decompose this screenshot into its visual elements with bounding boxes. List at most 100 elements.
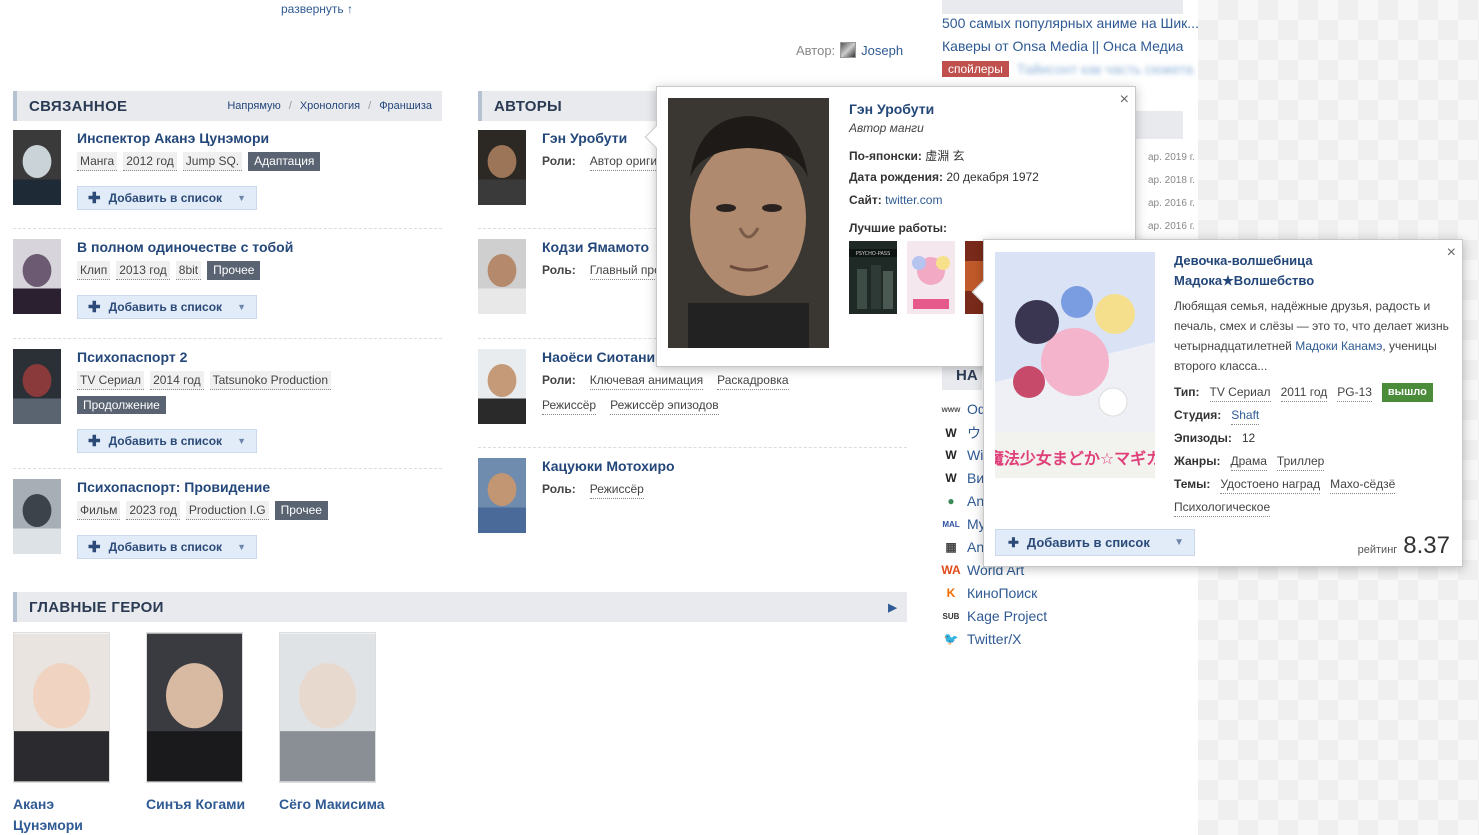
filter-franchise[interactable]: Франшиза xyxy=(379,100,432,112)
external-link[interactable]: Wウ xyxy=(942,423,981,443)
role-tag[interactable]: Ключевая анимация xyxy=(589,371,704,390)
add-to-list-button[interactable]: ✚ Добавить в список ▼ xyxy=(77,186,257,210)
genre-tag[interactable]: Драма xyxy=(1230,452,1267,471)
hero-card[interactable]: Аканэ Цунэмори xyxy=(13,632,123,835)
related-tag[interactable]: 2013 год xyxy=(116,261,170,280)
chevron-down-icon[interactable]: ▼ xyxy=(237,302,246,312)
related-title-link[interactable]: Инспектор Аканэ Цунэмори xyxy=(77,130,269,146)
author-name-link[interactable]: Joseph xyxy=(861,43,903,58)
theme-tag[interactable]: Удостоено наград xyxy=(1220,475,1321,494)
studio-link[interactable]: Shaft xyxy=(1231,406,1260,425)
related-cover[interactable] xyxy=(13,349,61,424)
right-section-bar xyxy=(942,0,1183,14)
close-icon[interactable]: × xyxy=(1447,244,1456,262)
close-icon[interactable]: × xyxy=(1120,91,1129,109)
related-cover[interactable] xyxy=(13,479,61,554)
genres-row: Жанры: Драма Триллер xyxy=(1174,452,1459,471)
theme-tag[interactable]: Махо-сёдзё xyxy=(1330,475,1396,494)
anime-poster[interactable]: 魔法少女まどか☆マギカ xyxy=(995,252,1155,478)
anime-title[interactable]: Девочка-волшебница Мадока★Волшебство xyxy=(1174,251,1444,291)
related-tag[interactable]: Jump SQ. xyxy=(182,152,243,171)
hero-picture[interactable] xyxy=(279,632,376,783)
related-tag[interactable]: Tatsunoko Production xyxy=(209,371,332,390)
add-to-list-button[interactable]: ✚ Добавить в список ▼ xyxy=(77,295,257,319)
hero-picture[interactable] xyxy=(13,632,110,783)
related-title-link[interactable]: Психопаспорт: Провидение xyxy=(77,479,270,495)
related-tag[interactable]: 8bit xyxy=(175,261,202,280)
collection-link-1[interactable]: 500 самых популярных аниме на Шик... xyxy=(942,15,1199,31)
author-name-link[interactable]: Наоёси Сиотани xyxy=(542,349,655,365)
genre-tag[interactable]: Триллер xyxy=(1276,452,1325,471)
author-photo[interactable] xyxy=(478,458,526,533)
add-to-list-button[interactable]: ✚ Добавить в список ▼ xyxy=(77,535,257,559)
spoiler-hidden-text[interactable]: Тайисонт как часть сюжета xyxy=(1017,61,1193,77)
chevron-down-icon[interactable]: ▼ xyxy=(1174,537,1184,548)
author-name-link[interactable]: Кацуюки Мотохиро xyxy=(542,458,675,474)
related-tag[interactable]: 2012 год xyxy=(123,152,177,171)
external-link[interactable]: 🐦 Twitter/X xyxy=(942,630,1022,648)
person-name[interactable]: Гэн Уробути xyxy=(849,101,934,117)
external-link[interactable]: K КиноПоиск xyxy=(942,584,1038,602)
type-tag[interactable]: TV Сериал xyxy=(1209,383,1271,402)
twitter-icon: 🐦 xyxy=(943,632,959,646)
year-tag[interactable]: 2011 год xyxy=(1280,383,1328,402)
wikipedia-icon: W xyxy=(945,471,957,485)
related-tag[interactable]: Production I.G xyxy=(185,501,269,520)
related-tag[interactable]: Клип xyxy=(77,261,111,280)
world-art-icon: WA xyxy=(941,563,961,577)
external-link[interactable]: MAL My xyxy=(942,515,985,533)
best-work-thumbnail[interactable]: PSYCHO-PASS xyxy=(849,241,897,314)
related-title-link[interactable]: Психопаспорт 2 xyxy=(77,349,187,365)
role-tag[interactable]: Режиссёр xyxy=(542,396,597,415)
external-link[interactable]: SUB Kage Project xyxy=(942,607,1048,625)
rating-tag[interactable]: PG-13 xyxy=(1337,383,1372,402)
collection-link-2[interactable]: Каверы от Onsa Media || Онса Медиа xyxy=(942,38,1183,54)
add-to-list-button[interactable]: ✚ Добавить в список ▼ xyxy=(77,429,257,453)
role-tag[interactable]: Режиссёр эпизодов xyxy=(610,396,719,415)
chevron-down-icon[interactable]: ▼ xyxy=(237,436,246,446)
hero-name-link[interactable]: Аканэ Цунэмори xyxy=(13,794,123,835)
best-work-thumbnail[interactable] xyxy=(907,241,955,314)
add-to-list-label: Добавить в список xyxy=(108,540,223,554)
hero-card[interactable]: Сёго Макисима xyxy=(279,632,389,815)
role-tag[interactable]: Раскадровка xyxy=(717,371,789,390)
site-link[interactable]: twitter.com xyxy=(885,193,942,207)
related-tag[interactable]: TV Сериал xyxy=(77,371,145,390)
external-link-label: КиноПоиск xyxy=(967,585,1038,601)
chevron-down-icon[interactable]: ▼ xyxy=(237,542,246,552)
add-to-list-button[interactable]: ✚ Добавить в список ▼ xyxy=(995,529,1195,556)
hero-name-link[interactable]: Синъя Когами xyxy=(146,794,256,815)
external-link[interactable]: W Wi xyxy=(942,446,983,464)
external-link[interactable]: ▦ An xyxy=(942,538,984,556)
related-tag[interactable]: Манга xyxy=(77,152,118,171)
role-tag[interactable]: Режиссёр xyxy=(589,480,644,499)
expand-link[interactable]: развернуть ↑ xyxy=(281,2,353,16)
author-name-link[interactable]: Кодзи Ямамото xyxy=(542,239,649,255)
author-photo[interactable] xyxy=(478,239,526,314)
studio-row: Студия: Shaft xyxy=(1174,406,1459,425)
author-photo[interactable] xyxy=(478,130,526,205)
external-link[interactable]: ● An xyxy=(942,492,984,510)
author-name-link[interactable]: Гэн Уробути xyxy=(542,130,627,146)
related-tags: Клип 2013 год 8bit Прочее xyxy=(77,261,377,280)
related-cover[interactable] xyxy=(13,239,61,314)
author-photo[interactable] xyxy=(478,349,526,424)
filter-direct[interactable]: Напрямую xyxy=(227,100,280,112)
theme-tag[interactable]: Психологическое xyxy=(1174,498,1271,517)
related-tag[interactable]: Фильм xyxy=(77,501,121,520)
related-tag[interactable]: 2014 год xyxy=(150,371,204,390)
chevron-right-icon[interactable]: ▶ xyxy=(888,601,897,614)
related-cover[interactable] xyxy=(13,130,61,205)
related-tag[interactable]: 2023 год xyxy=(126,501,180,520)
related-title-link[interactable]: В полном одиночестве с тобой xyxy=(77,239,293,255)
spoiler-badge[interactable]: спойлеры xyxy=(942,61,1009,77)
chevron-down-icon[interactable]: ▼ xyxy=(237,193,246,203)
hero-card[interactable]: Синъя Когами xyxy=(146,632,256,815)
character-link[interactable]: Мадоки Канамэ xyxy=(1295,339,1382,353)
external-link[interactable]: W Ви xyxy=(942,469,984,487)
hero-name-link[interactable]: Сёго Макисима xyxy=(279,794,389,815)
external-link-label: Ви xyxy=(967,470,985,486)
filter-chronology[interactable]: Хронология xyxy=(300,100,360,112)
role-tag[interactable]: Автор оригин xyxy=(589,152,664,171)
hero-picture[interactable] xyxy=(146,632,243,783)
